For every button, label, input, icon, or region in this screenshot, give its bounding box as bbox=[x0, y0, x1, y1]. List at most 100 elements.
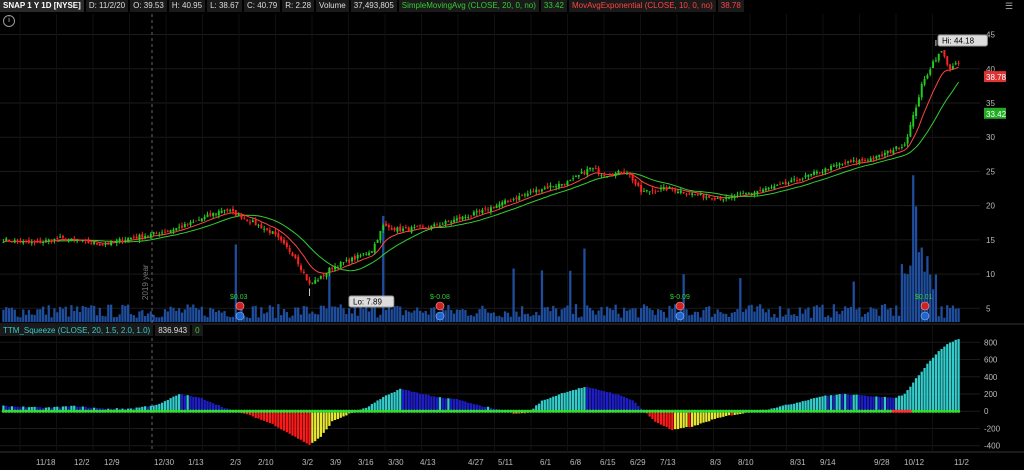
squeeze-dot bbox=[554, 409, 558, 413]
volume-bar bbox=[461, 309, 464, 322]
volume-bar bbox=[594, 314, 597, 322]
candle-body bbox=[900, 146, 903, 148]
squeeze-dot bbox=[506, 409, 510, 413]
volume-bar bbox=[455, 309, 459, 322]
squeeze-bar bbox=[552, 396, 555, 412]
squeeze-bar bbox=[328, 411, 331, 426]
candle-body bbox=[132, 236, 135, 238]
candle-body bbox=[22, 241, 25, 244]
candle-body bbox=[64, 239, 67, 241]
candle-body bbox=[220, 210, 223, 213]
candle-body bbox=[634, 179, 637, 184]
volume-bar bbox=[87, 307, 90, 322]
squeeze-bar bbox=[413, 391, 416, 412]
squeeze-dot bbox=[421, 409, 425, 413]
squeeze-dot bbox=[384, 409, 388, 413]
squeeze-dot bbox=[469, 409, 473, 413]
candle-body bbox=[475, 211, 478, 213]
squeeze-bar bbox=[693, 411, 697, 426]
candle-body bbox=[172, 229, 175, 232]
candle-body bbox=[532, 191, 535, 193]
squeeze-dot bbox=[171, 409, 176, 413]
volume-bar bbox=[98, 307, 101, 322]
candle-body bbox=[353, 256, 356, 260]
date-tick-label: 3/30 bbox=[388, 458, 404, 467]
squeeze-dot bbox=[662, 409, 666, 413]
volume-bar bbox=[509, 316, 512, 322]
volume-bar bbox=[640, 308, 643, 322]
squeeze-study-label[interactable]: TTM_Squeeze (CLOSE, 20, 1.5, 2.0, 1.0) bbox=[0, 325, 154, 336]
candle-body bbox=[705, 196, 708, 198]
candle-body bbox=[580, 171, 583, 174]
volume-bar bbox=[401, 315, 405, 322]
squeeze-bar bbox=[569, 390, 572, 412]
candle-body bbox=[277, 233, 280, 238]
squeeze-dot bbox=[378, 409, 382, 413]
squeeze-dot bbox=[775, 409, 779, 413]
candle-body bbox=[317, 280, 320, 282]
candle-body bbox=[359, 255, 362, 257]
candle-body bbox=[926, 75, 929, 79]
squeeze-dot bbox=[611, 409, 615, 413]
squeeze-dot bbox=[648, 409, 652, 413]
squeeze-dot bbox=[781, 409, 785, 413]
squeeze-dot bbox=[15, 409, 20, 413]
squeeze-bar bbox=[892, 397, 895, 412]
squeeze-dot bbox=[789, 409, 793, 413]
candle-body bbox=[920, 84, 923, 98]
squeeze-dot bbox=[939, 409, 944, 413]
squeeze-dot bbox=[659, 409, 663, 413]
volume-bar bbox=[716, 309, 719, 322]
squeeze-dot bbox=[956, 409, 961, 413]
squeeze-dot bbox=[735, 409, 740, 413]
candle-body bbox=[379, 231, 382, 241]
volume-bar bbox=[713, 313, 716, 322]
squeeze-dot bbox=[237, 409, 241, 413]
date-tick-label: 10/12 bbox=[904, 458, 925, 467]
volume-bar bbox=[322, 305, 325, 322]
earnings-marker bbox=[920, 301, 930, 311]
candle-body bbox=[16, 241, 19, 242]
dividend-marker bbox=[435, 311, 445, 321]
candle-body bbox=[815, 171, 818, 174]
squeeze-dot bbox=[823, 409, 827, 413]
squeeze-dot bbox=[387, 409, 391, 413]
squeeze-dot bbox=[273, 409, 278, 413]
squeeze-bar bbox=[682, 411, 685, 428]
squeeze-bar bbox=[399, 388, 402, 412]
squeeze-dot bbox=[869, 409, 873, 413]
squeeze-dot bbox=[174, 409, 178, 413]
squeeze-dot bbox=[401, 409, 405, 413]
squeeze-bar bbox=[912, 382, 915, 412]
candle-body bbox=[104, 244, 107, 246]
candle-body bbox=[668, 186, 671, 189]
volume-bar bbox=[580, 316, 583, 322]
squeeze-tick-label: 0 bbox=[984, 407, 989, 416]
volume-bar bbox=[5, 307, 8, 322]
squeeze-dot bbox=[903, 409, 907, 413]
volume-bar bbox=[115, 316, 118, 322]
dividend-marker bbox=[675, 311, 685, 321]
squeeze-dot bbox=[477, 409, 482, 413]
candle-body bbox=[53, 238, 56, 241]
candle-body bbox=[671, 188, 674, 190]
volume-bar bbox=[342, 308, 345, 322]
squeeze-bar bbox=[926, 363, 929, 412]
volume-bar bbox=[475, 313, 478, 322]
squeeze-bar bbox=[835, 394, 838, 412]
price-chart-canvas[interactable]: 51015202530354045-400-200020040060080020… bbox=[0, 0, 1024, 470]
candle-body bbox=[903, 144, 906, 146]
squeeze-dot bbox=[115, 409, 119, 413]
candle-body bbox=[608, 175, 611, 177]
candle-body bbox=[13, 240, 16, 243]
squeeze-dot bbox=[211, 409, 215, 413]
volume-bar bbox=[447, 304, 450, 322]
squeeze-dot bbox=[721, 409, 725, 413]
year-marker-label: 2019 year bbox=[141, 264, 150, 300]
candle-body bbox=[881, 154, 884, 156]
volume-bar bbox=[603, 315, 606, 322]
squeeze-bar bbox=[849, 395, 853, 412]
squeeze-dot bbox=[752, 409, 757, 413]
volume-bar bbox=[829, 317, 833, 322]
squeeze-dot bbox=[327, 409, 331, 413]
